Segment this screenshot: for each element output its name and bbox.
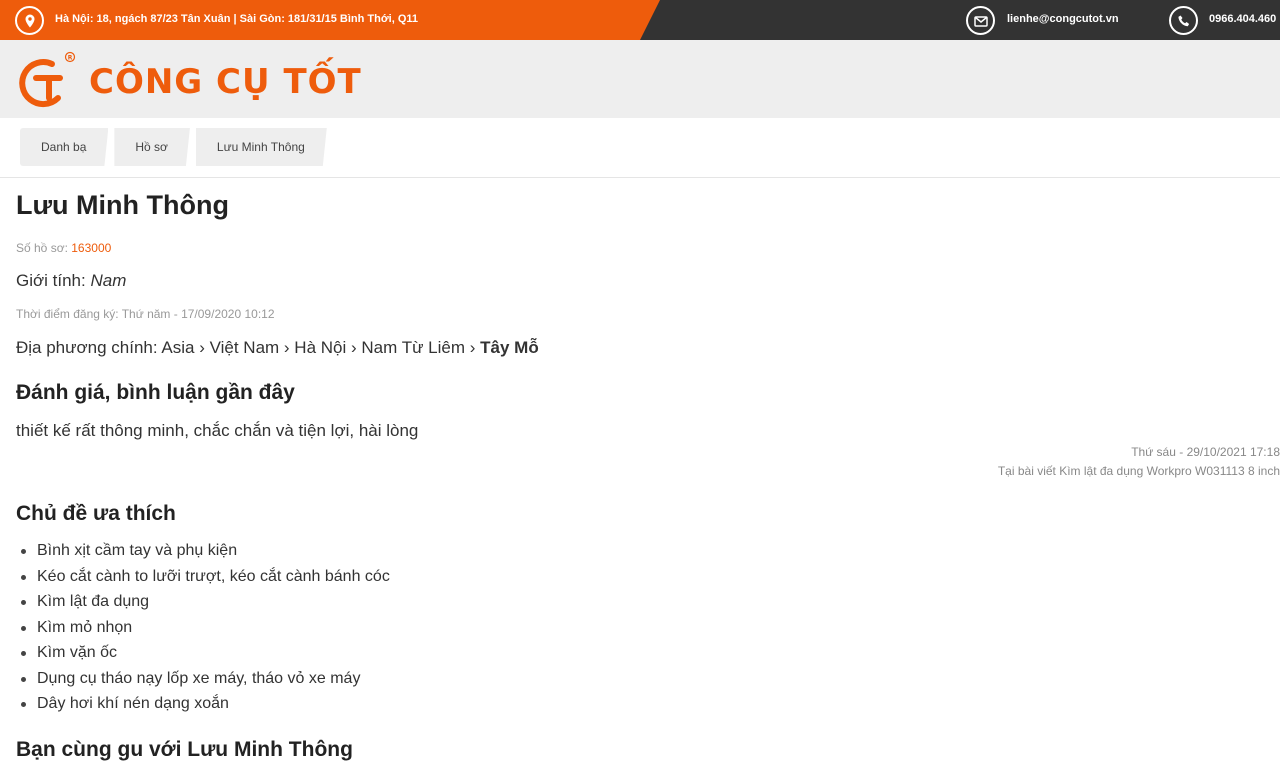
breadcrumb-item-ho-so[interactable]: Hồ sơ (114, 128, 190, 166)
topic-item[interactable]: Dây hơi khí nén dạng xoắn (21, 691, 390, 717)
page-title: Lưu Minh Thông (16, 190, 229, 220)
email-link[interactable]: lienhe@congcutot.vn (1007, 13, 1119, 25)
topics-list: Bình xịt cầm tay và phụ kiện Kéo cắt càn… (21, 538, 390, 717)
topics-heading: Chủ đề ưa thích (16, 502, 176, 525)
record-number-value: 163000 (71, 241, 112, 255)
gender-value: Nam (90, 271, 127, 290)
record-number-row: Số hồ sơ: 163000 (16, 241, 111, 255)
site-header: R CÔNG CỤ TỐT (0, 40, 1280, 118)
topic-item[interactable]: Kìm lật đa dụng (21, 589, 390, 615)
location-row: Địa phương chính: Asia › Việt Nam › Hà N… (16, 338, 539, 358)
phone-icon (1169, 6, 1198, 35)
review-date: Thứ sáu - 29/10/2021 17:18 (1131, 445, 1280, 459)
breadcrumb-item-profile[interactable]: Lưu Minh Thông (196, 128, 327, 166)
gender-row: Giới tính: Nam (16, 271, 126, 291)
review-text: thiết kế rất thông minh, chắc chắn và ti… (16, 421, 419, 440)
gender-label: Giới tính: (16, 271, 86, 290)
topic-item[interactable]: Kéo cắt cành to lưỡi trượt, kéo cắt cành… (21, 564, 390, 590)
record-number-label: Số hồ sơ: (16, 241, 68, 255)
topic-item[interactable]: Kìm vặn ốc (21, 640, 390, 666)
top-contact-bar: Hà Nội: 18, ngách 87/23 Tân Xuân | Sài G… (0, 0, 1280, 40)
review-article-link[interactable]: Tại bài viết Kìm lật đa dụng Workpro W03… (998, 464, 1280, 478)
phone-link[interactable]: 0966.404.460 (1209, 13, 1276, 25)
location-pin-icon (15, 6, 44, 35)
reviews-heading: Đánh giá, bình luận gần đây (16, 381, 295, 404)
location-label: Địa phương chính: (16, 338, 158, 357)
svg-text:R: R (68, 55, 73, 62)
location-last[interactable]: Tây Mỗ (480, 338, 539, 357)
topic-item[interactable]: Bình xịt cầm tay và phụ kiện (21, 538, 390, 564)
breadcrumb: Danh bạ Hồ sơ Lưu Minh Thông (20, 128, 333, 166)
mail-icon (966, 6, 995, 35)
logo-text[interactable]: CÔNG CỤ TỐT (89, 62, 362, 102)
breadcrumb-item-danh-ba[interactable]: Danh bạ (20, 128, 108, 166)
topic-item[interactable]: Kìm mỏ nhọn (21, 615, 390, 641)
location-path[interactable]: Asia › Việt Nam › Hà Nội › Nam Từ Liêm › (161, 338, 475, 357)
registered-time: Thời điểm đăng ký: Thứ năm - 17/09/2020 … (16, 307, 275, 321)
address-text: Hà Nội: 18, ngách 87/23 Tân Xuân | Sài G… (55, 13, 419, 25)
topic-item[interactable]: Dụng cụ tháo nạy lốp xe máy, tháo vỏ xe … (21, 666, 390, 692)
logo-mark-icon[interactable]: R (14, 50, 76, 112)
header-divider (0, 177, 1280, 178)
similar-users-heading: Bạn cùng gu với Lưu Minh Thông (16, 738, 353, 761)
